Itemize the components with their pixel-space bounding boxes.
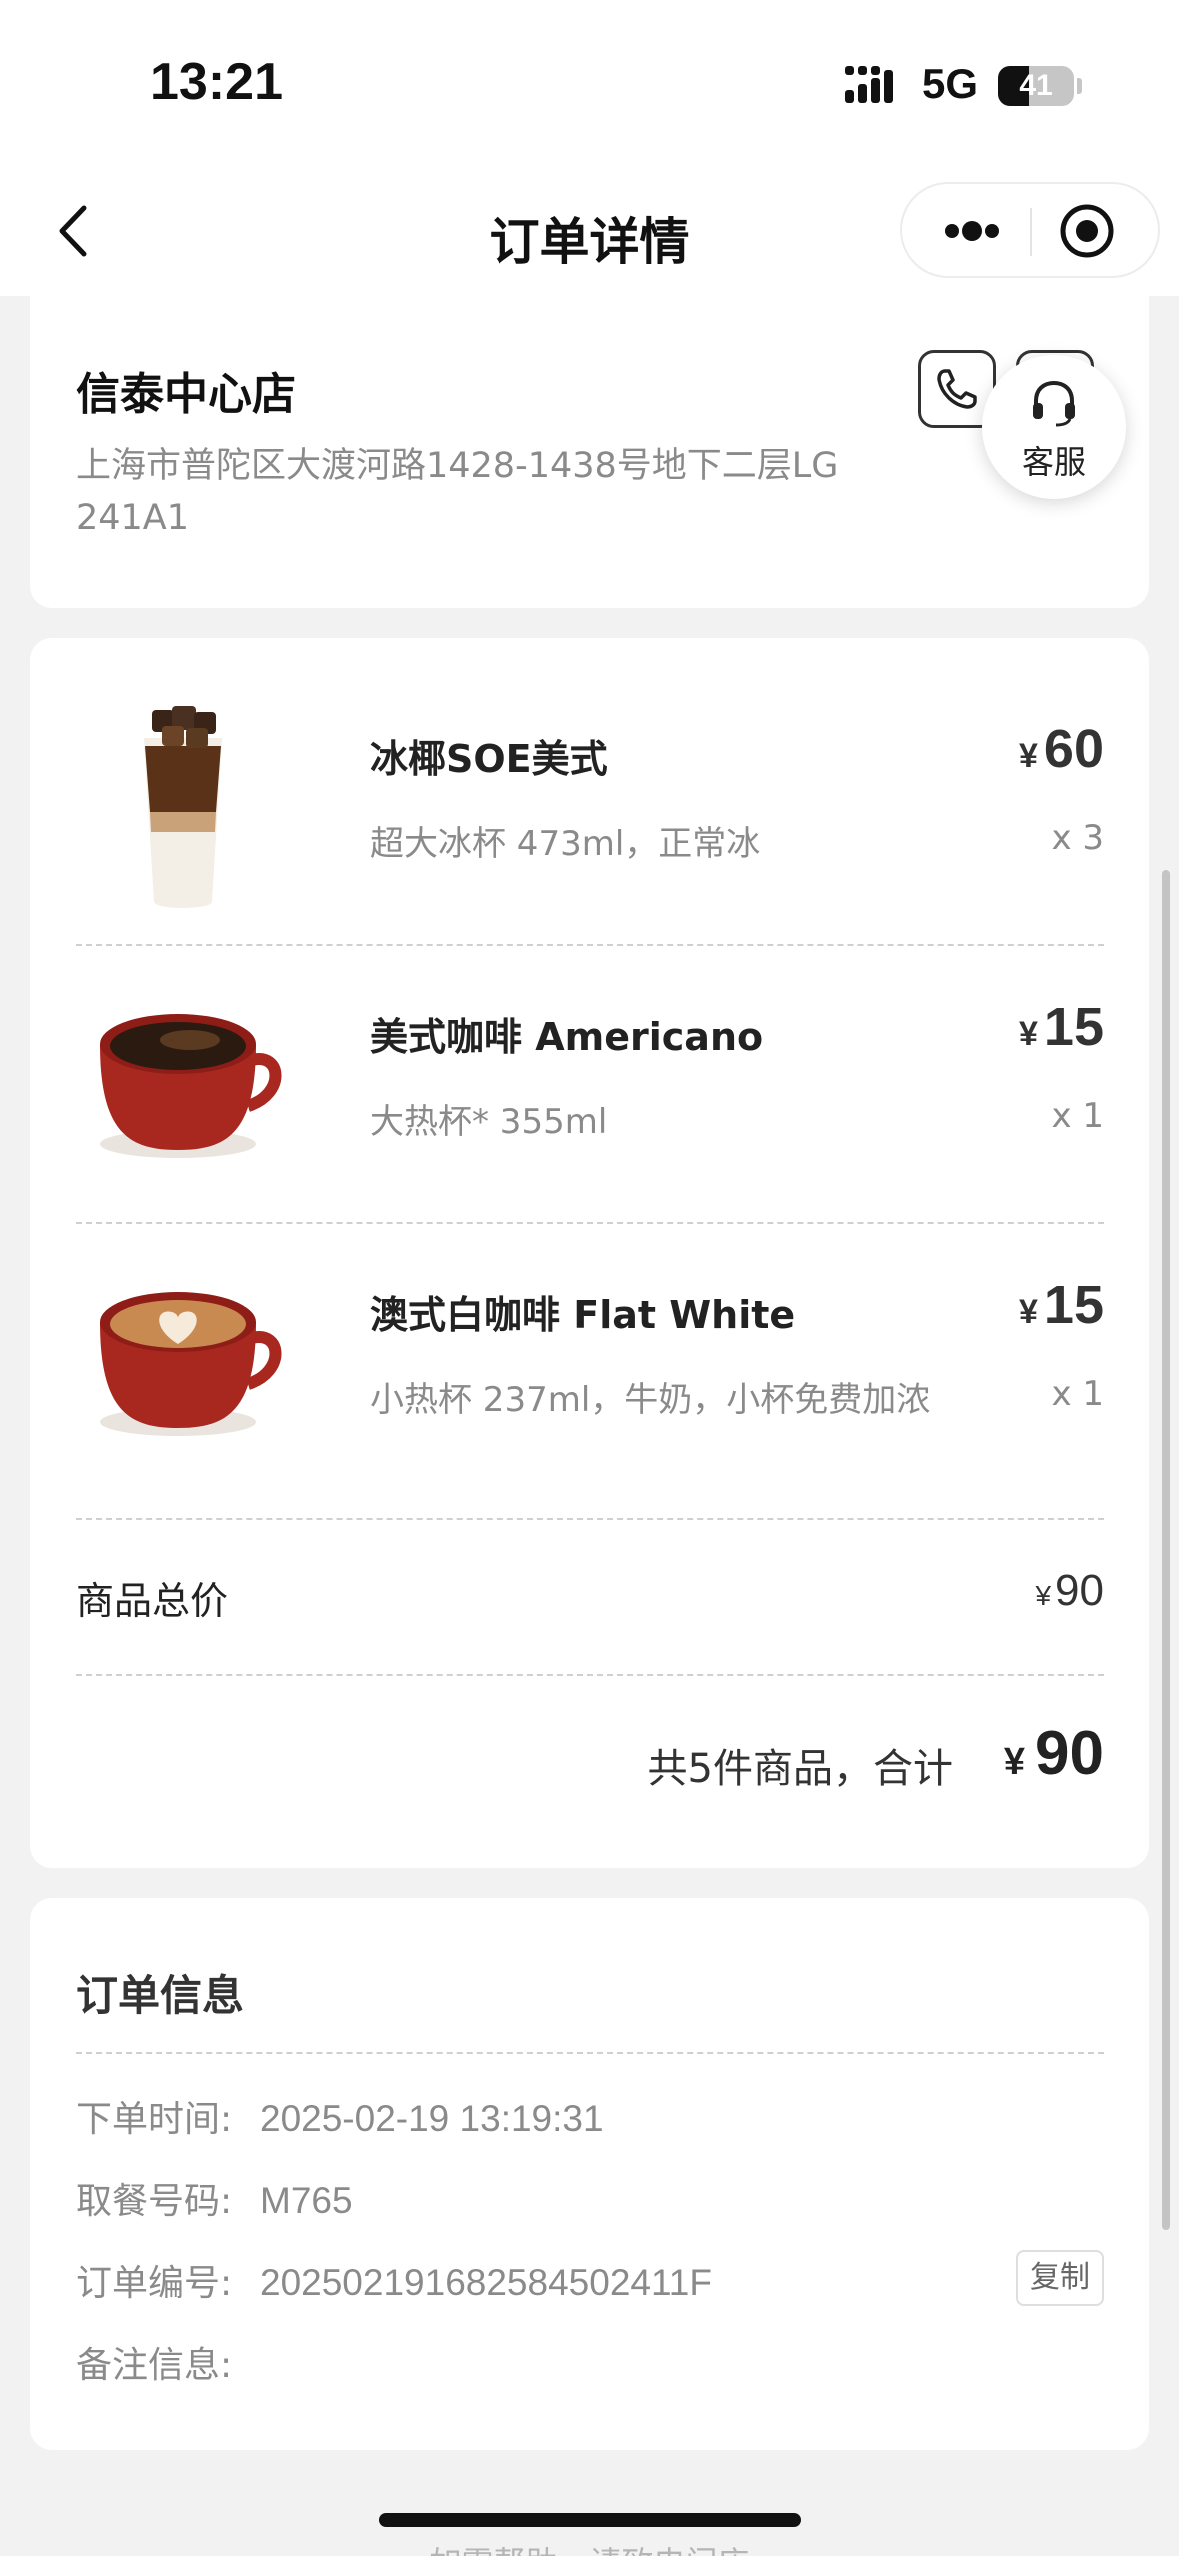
- currency-symbol: ¥: [1019, 737, 1038, 775]
- close-miniprogram-button[interactable]: [1054, 198, 1120, 264]
- battery-tip: [1077, 78, 1082, 94]
- order-items-card: 冰椰SOE美式 超大冰杯 473ml，正常冰 ¥60 x 3 美式咖啡 Amer…: [30, 638, 1149, 1868]
- americano-cup-image: [100, 1014, 282, 1158]
- info-value: M765: [260, 2180, 353, 2221]
- signal-icon: [845, 66, 893, 103]
- subtotal-amount: 90: [1055, 1566, 1104, 1615]
- iced-coconut-coffee-image: [144, 706, 222, 908]
- info-label: 备注信息:: [76, 2345, 233, 2386]
- remarks-row: 备注信息:: [76, 2336, 260, 2388]
- more-dots-icon: [945, 221, 999, 241]
- item-price: ¥15: [1019, 1274, 1104, 1336]
- item-price-value: 15: [1043, 997, 1104, 1057]
- network-type: 5G: [922, 60, 979, 107]
- copy-order-number-button[interactable]: 复制: [1016, 2250, 1104, 2306]
- service-label: 客服: [1021, 443, 1086, 481]
- section-divider: [76, 2052, 1104, 2054]
- pickup-number-row: 取餐号码: M765: [76, 2172, 353, 2224]
- flat-white-cup-image: [100, 1292, 282, 1436]
- total-label: 共5件商品，合计: [647, 1746, 953, 1792]
- target-icon: [1060, 204, 1114, 258]
- info-label: 取餐号码:: [76, 2181, 233, 2222]
- customer-service-button[interactable]: 客服: [982, 355, 1126, 499]
- item-price: ¥60: [1019, 718, 1104, 780]
- status-time: 13:21: [150, 53, 283, 111]
- scrollbar[interactable]: [1162, 870, 1170, 2230]
- item-name: 澳式白咖啡 Flat White: [370, 1293, 796, 1337]
- section-divider: [76, 1518, 1104, 1520]
- currency-symbol: ¥: [1003, 1741, 1026, 1783]
- total-amount: 90: [1035, 1719, 1104, 1788]
- item-divider: [76, 1222, 1104, 1224]
- status-bar: 13:21 5G 41: [0, 0, 1179, 170]
- item-quantity: x 1: [1051, 1374, 1104, 1414]
- headset-icon: [1033, 380, 1075, 427]
- info-label: 订单编号:: [76, 2263, 233, 2304]
- info-value: 2025-02-19 13:19:31: [260, 2098, 604, 2139]
- currency-symbol: ¥: [1035, 1580, 1052, 1611]
- order-item[interactable]: 美式咖啡 Americano 大热杯* 355ml ¥15 x 1: [76, 954, 1104, 1232]
- item-spec: 大热杯* 355ml: [370, 1102, 608, 1142]
- store-address: 上海市普陀区大渡河路1428-1438号地下二层LG 241A1: [76, 446, 839, 538]
- order-time-row: 下单时间: 2025-02-19 13:19:31: [76, 2090, 604, 2142]
- mini-program-capsule: [900, 182, 1160, 278]
- info-label: 下单时间:: [76, 2099, 233, 2140]
- subtotal-label: 商品总价: [76, 1579, 229, 1623]
- order-item[interactable]: 澳式白咖啡 Flat White 小热杯 237ml，牛奶，小杯免费加浓 ¥15…: [76, 1232, 1104, 1510]
- section-divider: [76, 1674, 1104, 1676]
- footer-hint: 如需帮助，请致电门店: [0, 2538, 1179, 2556]
- store-name: 信泰中心店: [76, 369, 296, 420]
- order-info-card: 订单信息 下单时间: 2025-02-19 13:19:31 取餐号码: M765 …: [30, 1898, 1149, 2450]
- home-indicator[interactable]: [379, 2513, 801, 2527]
- currency-symbol: ¥: [1019, 1293, 1038, 1331]
- total-value: ¥90: [1004, 1718, 1104, 1789]
- item-name: 冰椰SOE美式: [370, 737, 608, 781]
- item-price-value: 15: [1043, 1275, 1104, 1335]
- order-item[interactable]: 冰椰SOE美式 超大冰杯 473ml，正常冰 ¥60 x 3: [76, 676, 1104, 954]
- item-name: 美式咖啡 Americano: [370, 1015, 764, 1059]
- item-quantity: x 1: [1051, 1096, 1104, 1136]
- item-spec: 超大冰杯 473ml，正常冰: [370, 824, 761, 864]
- item-quantity: x 3: [1051, 818, 1104, 858]
- order-info-title: 订单信息: [76, 1971, 245, 2020]
- battery-icon: 41: [998, 66, 1074, 106]
- capsule-divider: [1030, 208, 1032, 256]
- item-spec: 小热杯 237ml，牛奶，小杯免费加浓: [370, 1380, 931, 1420]
- more-button[interactable]: [922, 198, 1022, 264]
- battery-level: 41: [1019, 69, 1053, 102]
- order-number-row: 订单编号: 20250219168258450241​1F: [76, 2254, 712, 2306]
- currency-symbol: ¥: [1019, 1015, 1038, 1053]
- item-price-value: 60: [1043, 719, 1104, 779]
- item-price: ¥15: [1019, 996, 1104, 1058]
- info-value: 20250219168258450241​1F: [260, 2262, 712, 2303]
- subtotal-value: ¥90: [1035, 1566, 1104, 1616]
- item-divider: [76, 944, 1104, 946]
